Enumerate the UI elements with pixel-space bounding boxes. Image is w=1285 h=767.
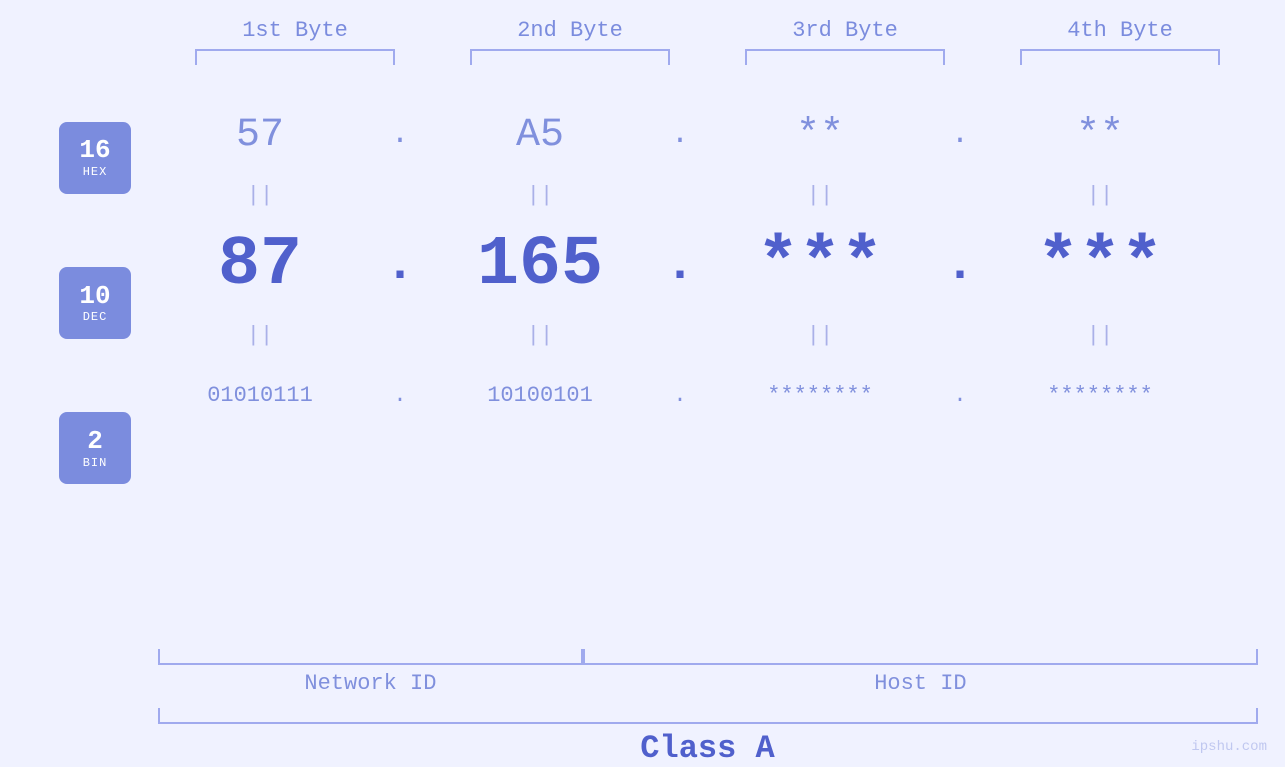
hex-byte4: **	[985, 113, 1215, 158]
bottom-labels: Network ID Host ID	[158, 671, 1258, 696]
badges-column: 16 HEX 10 DEC 2 BIN	[45, 75, 145, 641]
byte3-label: 3rd Byte	[735, 18, 955, 43]
equals-row-2: || || || ||	[145, 315, 1285, 355]
dec-byte4: ***	[985, 226, 1215, 305]
bin-byte4: ********	[985, 383, 1215, 408]
hex-byte2: A5	[425, 113, 655, 158]
hex-dot2: .	[655, 118, 705, 152]
bracket-byte3	[745, 49, 945, 65]
bin-dot2: .	[655, 383, 705, 408]
dec-byte3: ***	[705, 226, 935, 305]
hex-row: 57 . A5 . ** . **	[145, 95, 1285, 175]
bin-byte3: ********	[705, 383, 935, 408]
network-id-label: Network ID	[158, 671, 584, 696]
data-area: 57 . A5 . ** . **	[145, 75, 1285, 641]
bin-byte1: 01010111	[145, 383, 375, 408]
dec-badge: 10 DEC	[59, 267, 131, 339]
byte2-label: 2nd Byte	[460, 18, 680, 43]
hex-badge: 16 HEX	[59, 122, 131, 194]
byte4-label: 4th Byte	[1010, 18, 1230, 43]
eq2-b4: ||	[985, 323, 1215, 348]
byte1-label: 1st Byte	[185, 18, 405, 43]
hex-byte3: **	[705, 113, 935, 158]
main-grid: 16 HEX 10 DEC 2 BIN 57 .	[45, 75, 1285, 641]
network-bracket	[158, 649, 584, 665]
bin-badge-sub: BIN	[83, 456, 108, 470]
bin-badge: 2 BIN	[59, 412, 131, 484]
bin-row: 01010111 . 10100101 . ******** .	[145, 355, 1285, 435]
dec-badge-num: 10	[79, 282, 110, 311]
hex-badge-num: 16	[79, 136, 110, 165]
byte-headers: 1st Byte 2nd Byte 3rd Byte 4th Byte	[158, 0, 1258, 43]
host-id-label: Host ID	[583, 671, 1257, 696]
bracket-byte1	[195, 49, 395, 65]
bottom-brackets	[158, 649, 1258, 665]
dec-dot1: .	[375, 237, 425, 294]
eq1-b1: ||	[145, 183, 375, 208]
dec-row: 87 . 165 . *** . ***	[145, 215, 1285, 315]
host-bracket	[583, 649, 1257, 665]
bin-dot3: .	[935, 383, 985, 408]
bracket-byte4	[1020, 49, 1220, 65]
dec-byte1: 87	[145, 226, 375, 305]
class-section: Class A	[158, 708, 1258, 767]
eq1-b4: ||	[985, 183, 1215, 208]
eq1-b3: ||	[705, 183, 935, 208]
hex-badge-sub: HEX	[83, 165, 108, 179]
equals-row-1: || || || ||	[145, 175, 1285, 215]
eq2-b3: ||	[705, 323, 935, 348]
main-container: 1st Byte 2nd Byte 3rd Byte 4th Byte 16 H…	[0, 0, 1285, 767]
dec-byte2: 165	[425, 226, 655, 305]
dec-badge-sub: DEC	[83, 310, 108, 324]
bottom-section: Network ID Host ID	[158, 649, 1258, 696]
bin-badge-num: 2	[87, 427, 103, 456]
dec-dot2: .	[655, 237, 705, 294]
hex-byte1: 57	[145, 113, 375, 158]
bracket-byte2	[470, 49, 670, 65]
hex-dot3: .	[935, 118, 985, 152]
eq2-b1: ||	[145, 323, 375, 348]
class-bracket	[158, 708, 1258, 724]
bin-dot1: .	[375, 383, 425, 408]
eq1-b2: ||	[425, 183, 655, 208]
watermark: ipshu.com	[1191, 739, 1267, 755]
bin-byte2: 10100101	[425, 383, 655, 408]
top-brackets	[158, 49, 1258, 65]
class-label: Class A	[158, 730, 1258, 767]
eq2-b2: ||	[425, 323, 655, 348]
dec-dot3: .	[935, 237, 985, 294]
hex-dot1: .	[375, 118, 425, 152]
